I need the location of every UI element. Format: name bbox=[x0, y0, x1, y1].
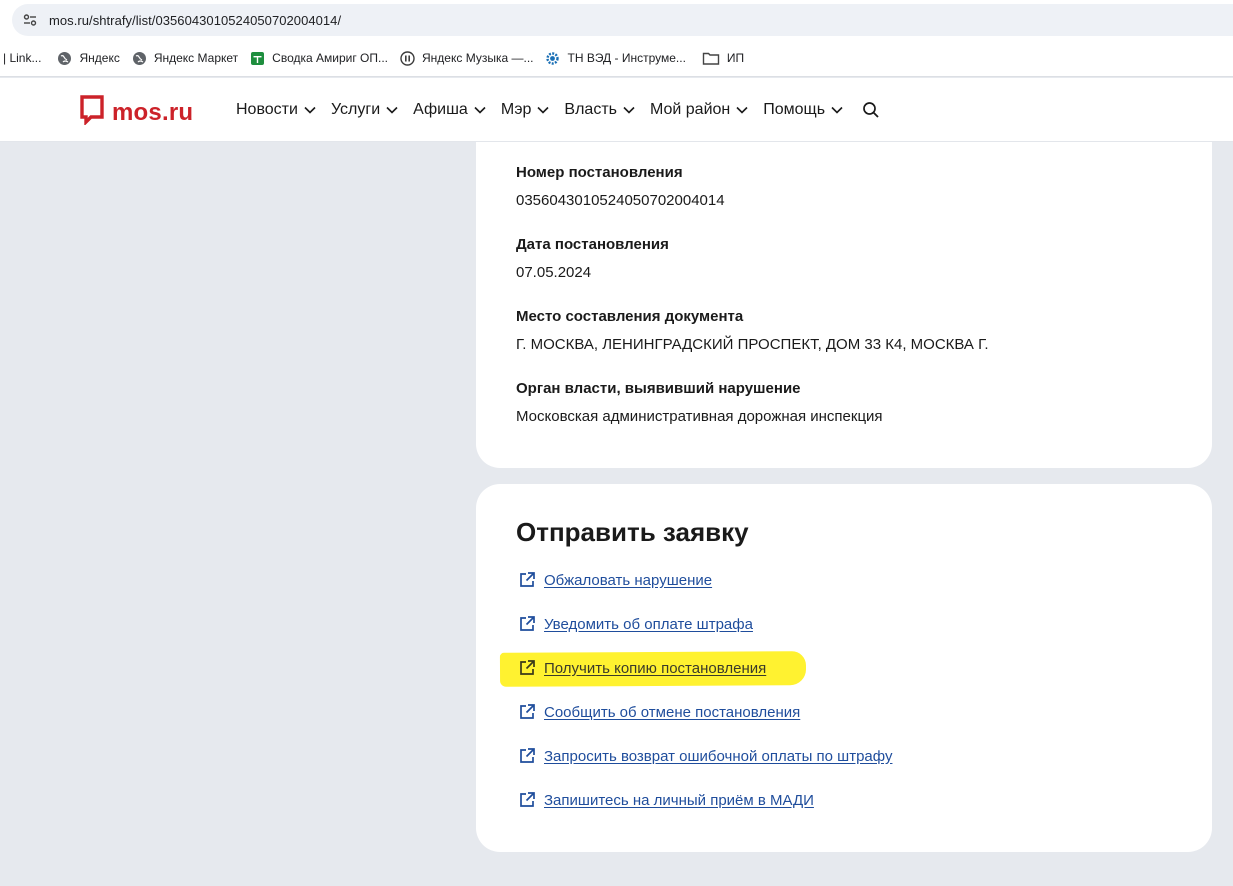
external-link-icon bbox=[518, 791, 536, 809]
bookmark-label: ИП bbox=[726, 51, 745, 65]
folder-icon bbox=[702, 51, 720, 66]
bookmark-label: | Link... bbox=[3, 51, 42, 65]
nav-news[interactable]: Новости bbox=[236, 101, 316, 119]
logo-text: mos.ru bbox=[112, 98, 194, 126]
bookmark-ip[interactable]: ИП bbox=[696, 46, 750, 70]
external-link-icon bbox=[518, 615, 536, 633]
bookmark-yandex[interactable]: Яндекс bbox=[51, 46, 125, 70]
nav-label: Власть bbox=[564, 101, 617, 118]
report-cancellation-link[interactable]: Сообщить об отмене постановления bbox=[518, 700, 800, 724]
nav-help[interactable]: Помощь bbox=[763, 101, 843, 119]
mos-logo[interactable]: mos.ru bbox=[80, 95, 193, 130]
nav-government[interactable]: Власть bbox=[564, 101, 635, 119]
link-label: Обжаловать нарушение bbox=[544, 571, 713, 589]
site-header: mos.ru Новости Услуги Афиша Мэр Власть М… bbox=[0, 78, 1233, 142]
chevron-down-icon bbox=[623, 106, 635, 114]
document-place-value: Г. МОСКВА, ЛЕНИНГРАДСКИЙ ПРОСПЕКТ, ДОМ 3… bbox=[516, 336, 989, 353]
nav-label: Мой район bbox=[649, 101, 731, 118]
link-label: Сообщить об отмене постановления bbox=[544, 703, 801, 721]
link-label: Уведомить об оплате штрафа bbox=[544, 615, 753, 633]
nav-afisha[interactable]: Афиша bbox=[413, 101, 486, 119]
nav-label: Мэр bbox=[500, 101, 532, 118]
resolution-date-label: Дата постановления bbox=[516, 236, 669, 253]
external-link-icon bbox=[518, 747, 536, 765]
bookmark-label: Яндекс Музыка —... bbox=[422, 51, 534, 65]
fine-details-card: Номер постановления 03560430105240507020… bbox=[476, 142, 1212, 468]
bookmark-label: Сводка Амириг ОП... bbox=[272, 51, 389, 65]
address-bar[interactable]: mos.ru/shtrafy/list/03560430105240507020… bbox=[12, 4, 1233, 36]
external-link-icon bbox=[518, 571, 536, 589]
bookmarks-bar: | Link... Яндекс Яндекс Маркет Сводка Ам… bbox=[0, 40, 1233, 77]
browser-address-row: mos.ru/shtrafy/list/03560430105240507020… bbox=[0, 0, 1233, 40]
appeal-violation-link[interactable]: Обжаловать нарушение bbox=[518, 568, 712, 592]
chevron-down-icon bbox=[736, 106, 748, 114]
bookmark-label: Яндекс Маркет bbox=[153, 51, 239, 65]
chevron-down-icon bbox=[474, 106, 486, 114]
chevron-down-icon bbox=[386, 106, 398, 114]
request-refund-link[interactable]: Запросить возврат ошибочной оплаты по шт… bbox=[518, 744, 892, 768]
nav-mayor[interactable]: Мэр bbox=[501, 101, 550, 119]
external-link-icon bbox=[518, 659, 536, 677]
bookmark-tn-ved[interactable]: ТН ВЭД - Инструме... bbox=[539, 46, 691, 70]
globe-icon bbox=[57, 51, 72, 66]
bookmark-linkedin[interactable]: | Link... bbox=[0, 46, 47, 70]
sheets-icon bbox=[250, 51, 265, 66]
nav-label: Афиша bbox=[413, 101, 468, 118]
bookmark-yandex-market[interactable]: Яндекс Маркет bbox=[126, 46, 244, 70]
pause-icon bbox=[400, 50, 415, 66]
globe-icon bbox=[132, 51, 147, 66]
nav-label: Помощь bbox=[763, 101, 826, 118]
nav-services[interactable]: Услуги bbox=[331, 101, 398, 119]
chevron-down-icon bbox=[304, 106, 316, 114]
nav-label: Новости bbox=[236, 101, 298, 118]
chevron-down-icon bbox=[537, 106, 549, 114]
notify-payment-link[interactable]: Уведомить об оплате штрафа bbox=[518, 612, 753, 636]
nav-label: Услуги bbox=[330, 101, 381, 118]
nav-my-district[interactable]: Мой район bbox=[650, 101, 748, 119]
authority-label: Орган власти, выявивший нарушение bbox=[516, 380, 801, 397]
bookmark-label: ТН ВЭД - Инструме... bbox=[567, 51, 686, 65]
logo-icon bbox=[80, 95, 104, 130]
url-text[interactable]: mos.ru/shtrafy/list/03560430105240507020… bbox=[49, 13, 341, 28]
gear-icon bbox=[545, 51, 560, 66]
external-link-icon bbox=[518, 703, 536, 721]
site-settings-icon[interactable] bbox=[22, 12, 38, 28]
bookmark-yandex-music[interactable]: Яндекс Музыка —... bbox=[394, 46, 539, 70]
bookmark-label: Яндекс bbox=[79, 51, 120, 65]
link-label: Запросить возврат ошибочной оплаты по шт… bbox=[544, 747, 893, 765]
bookmark-svodka[interactable]: Сводка Амириг ОП... bbox=[244, 46, 394, 70]
submit-request-title: Отправить заявку bbox=[516, 517, 749, 547]
resolution-date-value: 07.05.2024 bbox=[516, 264, 592, 281]
authority-value: Московская административная дорожная инс… bbox=[516, 408, 883, 425]
submit-request-content: Отправить заявку Обжаловать нарушение Ув… bbox=[476, 484, 1212, 852]
document-place-label: Место составления документа bbox=[516, 308, 744, 325]
resolution-number-label: Номер постановления bbox=[516, 164, 683, 181]
book-appointment-link[interactable]: Запишитесь на личный приём в МАДИ bbox=[518, 788, 814, 812]
main-nav: Новости Услуги Афиша Мэр Власть Мой райо… bbox=[236, 98, 880, 122]
chevron-down-icon bbox=[831, 106, 843, 114]
resolution-number-value: 0356043010524050702004014 bbox=[516, 192, 725, 209]
search-icon[interactable] bbox=[862, 101, 880, 119]
link-label: Запишитесь на личный приём в МАДИ bbox=[544, 791, 814, 809]
get-resolution-copy-link[interactable]: Получить копию постановления bbox=[518, 656, 766, 680]
link-label: Получить копию постановления bbox=[544, 659, 767, 677]
